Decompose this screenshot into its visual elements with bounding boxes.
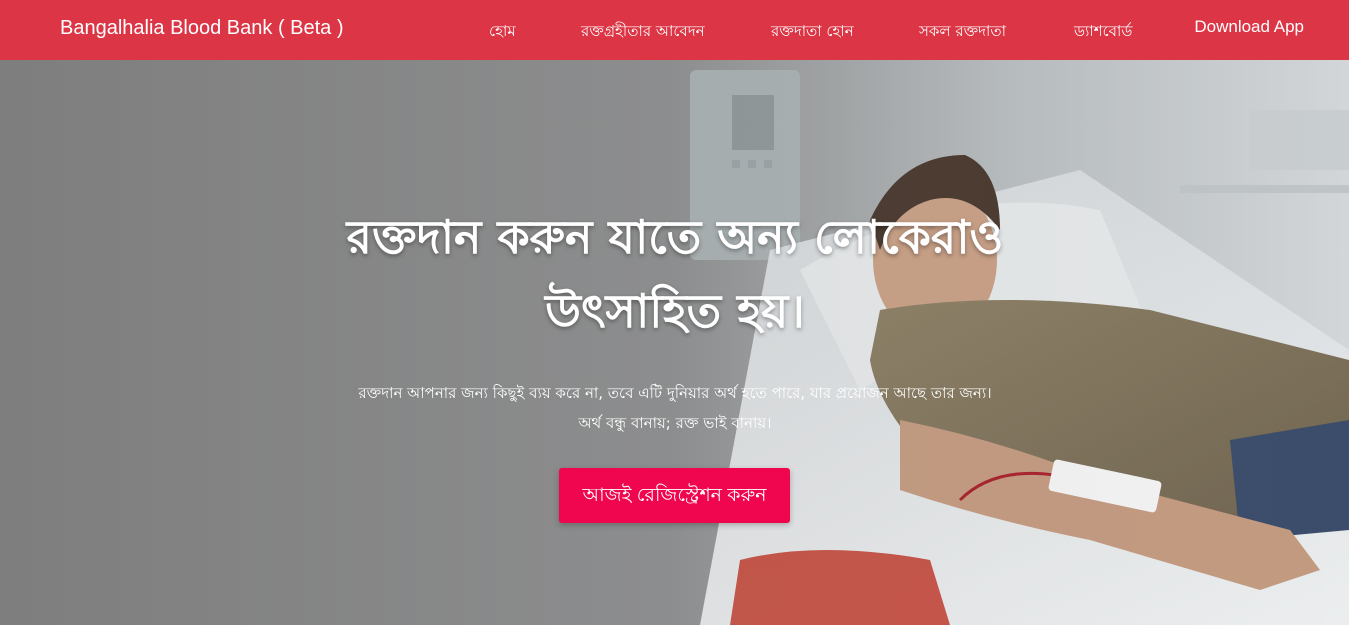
register-today-button[interactable]: আজই রেজিস্ট্রেশন করুন	[559, 468, 790, 523]
hero-title: রক্তদান করুন যাতে অন্য লোকেরাও উৎসাহিত হ…	[300, 200, 1050, 348]
hero-text-line-2: অর্থ বন্ধু বানায়; রক্ত ভাই বানায়।	[578, 414, 772, 432]
hero-section: রক্তদান করুন যাতে অন্য লোকেরাও উৎসাহিত হ…	[0, 60, 1349, 625]
nav-all-donors[interactable]: সকল রক্তদাতা	[919, 20, 1006, 45]
hero-subtitle: রক্তদান আপনার জন্য কিছুই ব্যয় করে না, ত…	[300, 378, 1050, 438]
hero-title-line-1: রক্তদান করুন যাতে অন্য লোকেরাও	[346, 210, 1004, 264]
brand-name[interactable]: Bangalhalia Blood Bank ( Beta )	[60, 17, 344, 40]
download-app-link[interactable]: Download App	[1194, 17, 1304, 37]
nav-blood-request[interactable]: রক্তগ্রহীতার আবেদন	[581, 20, 705, 45]
nav-home[interactable]: হোম	[489, 20, 516, 45]
nav-become-donor[interactable]: রক্তদাতা হোন	[771, 20, 854, 45]
hero-text-line-1: রক্তদান আপনার জন্য কিছুই ব্যয় করে না, ত…	[358, 384, 992, 402]
top-navbar: Bangalhalia Blood Bank ( Beta ) হোম রক্ত…	[0, 0, 1349, 60]
nav-dashboard[interactable]: ড্যাশবোর্ড	[1074, 20, 1132, 45]
hero-title-line-2: উৎসাহিত হয়।	[545, 284, 805, 338]
